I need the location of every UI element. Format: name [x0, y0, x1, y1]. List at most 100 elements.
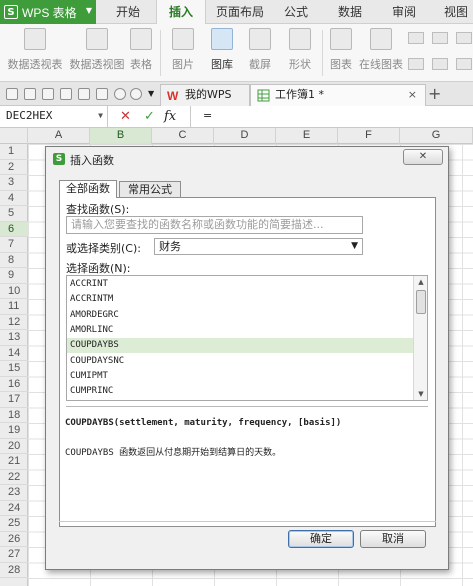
column-header[interactable]: G: [400, 128, 473, 144]
column-header[interactable]: F: [338, 128, 400, 144]
tab-all-functions[interactable]: 全部函数: [59, 180, 117, 198]
scrollbar[interactable]: ▲ ▼: [413, 276, 427, 400]
print-icon[interactable]: [60, 88, 72, 100]
tab-formulas[interactable]: 公式: [274, 0, 318, 24]
select-function-label: 选择函数(N):: [66, 262, 131, 275]
row-header[interactable]: 8: [0, 253, 28, 268]
format-painter-icon[interactable]: [96, 88, 108, 100]
row-header[interactable]: 10: [0, 284, 28, 299]
print-preview-icon[interactable]: [78, 88, 90, 100]
close-button[interactable]: ✕: [403, 149, 443, 165]
row-header[interactable]: 28: [0, 563, 28, 578]
screenshot-button[interactable]: 截屏: [242, 28, 278, 72]
line-chart-icon[interactable]: [456, 32, 472, 44]
list-item[interactable]: COUPDAYSNC: [67, 354, 413, 369]
row-header[interactable]: 16: [0, 377, 28, 392]
close-tab-icon[interactable]: ×: [408, 85, 417, 105]
row-header[interactable]: 5: [0, 206, 28, 222]
list-item[interactable]: CUMIPMT: [67, 369, 413, 384]
open-icon[interactable]: [6, 88, 18, 100]
column-header[interactable]: B: [90, 128, 152, 144]
row-header[interactable]: 2: [0, 160, 28, 175]
tab-common-formulas[interactable]: 常用公式: [119, 181, 181, 198]
scroll-up-icon[interactable]: ▲: [414, 276, 427, 288]
pie-chart-icon[interactable]: [408, 58, 424, 70]
tab-page-layout[interactable]: 页面布局: [208, 0, 272, 24]
insert-function-icon[interactable]: fx: [164, 107, 176, 127]
row-header[interactable]: 6: [0, 221, 28, 237]
row-header[interactable]: 12: [0, 315, 28, 330]
cancel-entry-icon[interactable]: ✕: [120, 107, 131, 127]
tab-home[interactable]: 开始: [104, 0, 152, 24]
pivot-table-icon: [24, 28, 46, 50]
column-chart-icon[interactable]: [408, 32, 424, 44]
row-header[interactable]: 27: [0, 547, 28, 563]
formula-input[interactable]: =: [190, 106, 473, 127]
tab-insert[interactable]: 插入: [156, 0, 206, 25]
row-header[interactable]: 23: [0, 485, 28, 501]
online-chart-button[interactable]: 在线图表: [358, 28, 404, 72]
list-item[interactable]: AMORDEGRC: [67, 308, 413, 323]
row-header[interactable]: 24: [0, 501, 28, 516]
confirm-entry-icon[interactable]: ✓: [144, 107, 155, 127]
table-button[interactable]: 表格: [128, 28, 154, 72]
row-header[interactable]: 7: [0, 237, 28, 253]
column-header[interactable]: E: [276, 128, 338, 144]
new-tab-button[interactable]: +: [428, 84, 441, 103]
function-list[interactable]: ACCRINT ACCRINTM AMORDEGRC AMORLINC COUP…: [66, 275, 428, 401]
category-select[interactable]: 财务 ▼: [154, 238, 363, 255]
row-header[interactable]: 26: [0, 532, 28, 547]
row-header[interactable]: 18: [0, 408, 28, 423]
tab-workbook1[interactable]: 工作簿1 * ×: [250, 84, 426, 106]
row-header[interactable]: 9: [0, 268, 28, 284]
ok-button[interactable]: 确定: [288, 530, 354, 548]
row-header[interactable]: 11: [0, 299, 28, 315]
tab-data[interactable]: 数据: [328, 0, 372, 24]
row-header[interactable]: 21: [0, 454, 28, 470]
tab-review[interactable]: 审阅: [382, 0, 426, 24]
picture-button[interactable]: 图片: [166, 28, 200, 72]
save-icon[interactable]: [24, 88, 36, 100]
scroll-down-icon[interactable]: ▼: [414, 388, 427, 400]
tab-my-wps[interactable]: W 我的WPS: [160, 84, 250, 106]
tab-view[interactable]: 视图: [436, 0, 473, 24]
list-item-selected[interactable]: COUPDAYBS: [67, 338, 413, 354]
pivot-table-button[interactable]: 数据透视表: [6, 28, 64, 72]
bar-chart-icon[interactable]: [432, 32, 448, 44]
row-header[interactable]: 13: [0, 330, 28, 346]
customize-dropdown-icon[interactable]: ▼: [148, 88, 160, 100]
chart-button[interactable]: 图表: [328, 28, 354, 72]
select-all-corner[interactable]: [0, 128, 28, 144]
dialog-titlebar[interactable]: S 插入函数 ✕: [46, 147, 448, 171]
list-item[interactable]: ACCRINT: [67, 277, 413, 292]
list-item[interactable]: ACCRINTM: [67, 292, 413, 307]
column-header[interactable]: C: [152, 128, 214, 144]
area-chart-icon[interactable]: [432, 58, 448, 70]
scatter-chart-icon[interactable]: [456, 58, 472, 70]
row-header[interactable]: 25: [0, 516, 28, 532]
row-header[interactable]: 1: [0, 144, 28, 160]
row-header[interactable]: 20: [0, 439, 28, 454]
name-box[interactable]: DEC2HEX ▼: [0, 106, 108, 127]
row-header[interactable]: 14: [0, 346, 28, 361]
row-header[interactable]: 3: [0, 175, 28, 191]
function-search-input[interactable]: 请输入您要查找的函数名称或函数功能的简要描述...: [66, 216, 363, 234]
column-header[interactable]: A: [28, 128, 90, 144]
row-header[interactable]: 17: [0, 392, 28, 408]
column-header[interactable]: D: [214, 128, 276, 144]
row-header[interactable]: 15: [0, 361, 28, 377]
row-header[interactable]: 4: [0, 191, 28, 206]
export-pdf-icon[interactable]: [42, 88, 54, 100]
gallery-button[interactable]: 图库: [204, 28, 240, 72]
row-header[interactable]: 22: [0, 470, 28, 485]
cancel-button[interactable]: 取消: [360, 530, 426, 548]
row-header[interactable]: 19: [0, 423, 28, 439]
app-menu-button[interactable]: S WPS 表格 ▼: [0, 0, 96, 24]
list-item[interactable]: AMORLINC: [67, 323, 413, 338]
pivot-chart-button[interactable]: 数据透视图: [68, 28, 126, 72]
redo-icon[interactable]: [130, 88, 142, 100]
undo-icon[interactable]: [114, 88, 126, 100]
shapes-button[interactable]: 形状: [282, 28, 318, 72]
list-item[interactable]: CUMPRINC: [67, 384, 413, 399]
scrollbar-thumb[interactable]: [416, 290, 426, 314]
